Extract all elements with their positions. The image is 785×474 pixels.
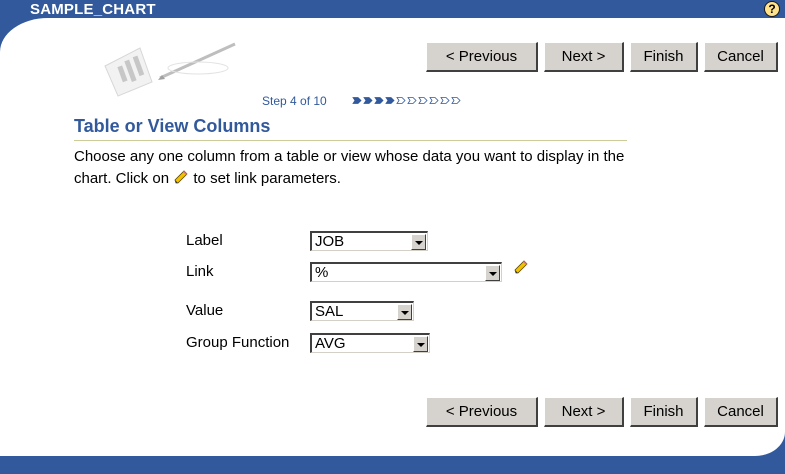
title-divider bbox=[74, 140, 627, 141]
step-pending-icon bbox=[440, 97, 450, 104]
label-select[interactable]: JOB bbox=[310, 231, 428, 251]
chart-logo-icon bbox=[100, 38, 240, 103]
previous-button[interactable]: < Previous bbox=[426, 397, 538, 427]
step-complete-icon bbox=[374, 97, 384, 104]
group-function-field-label: Group Function bbox=[186, 334, 290, 351]
chevron-down-icon[interactable] bbox=[397, 304, 412, 320]
finish-button[interactable]: Finish bbox=[630, 397, 698, 427]
help-icon[interactable]: ? bbox=[764, 1, 780, 17]
group-function-select[interactable]: AVG bbox=[310, 333, 430, 353]
step-complete-icon bbox=[352, 97, 362, 104]
page-title: Table or View Columns bbox=[74, 116, 271, 136]
step-pending-icon bbox=[418, 97, 428, 104]
instructions-part2: to set link parameters. bbox=[193, 170, 341, 187]
step-pending-icon bbox=[429, 97, 439, 104]
next-button[interactable]: Next > bbox=[544, 397, 624, 427]
app-title: SAMPLE_CHART bbox=[30, 1, 156, 18]
instructions-part1: Choose any one column from a table or vi… bbox=[74, 148, 625, 187]
step-complete-icon bbox=[363, 97, 373, 104]
bottom-button-row: < Previous Next > Finish Cancel bbox=[426, 397, 778, 427]
pencil-icon bbox=[173, 169, 189, 192]
step-pending-icon bbox=[407, 97, 417, 104]
label-field-label: Label bbox=[186, 232, 223, 249]
value-field-label: Value bbox=[186, 302, 224, 319]
finish-button[interactable]: Finish bbox=[630, 42, 698, 72]
value-select[interactable]: SAL bbox=[310, 301, 414, 321]
step-pending-icon bbox=[451, 97, 461, 104]
footer-bar bbox=[0, 456, 785, 474]
cancel-button[interactable]: Cancel bbox=[704, 397, 778, 427]
label-select-value: JOB bbox=[315, 233, 345, 250]
value-select-value: SAL bbox=[315, 303, 344, 320]
chevron-down-icon[interactable] bbox=[485, 265, 500, 281]
chevron-down-icon[interactable] bbox=[411, 234, 426, 250]
next-button[interactable]: Next > bbox=[544, 42, 624, 72]
cancel-button[interactable]: Cancel bbox=[704, 42, 778, 72]
group-function-select-value: AVG bbox=[315, 335, 346, 352]
top-button-row: < Previous Next > Finish Cancel bbox=[426, 42, 778, 72]
pencil-icon[interactable] bbox=[513, 259, 529, 280]
step-progress bbox=[352, 97, 461, 104]
previous-button[interactable]: < Previous bbox=[426, 42, 538, 72]
step-complete-icon bbox=[385, 97, 395, 104]
step-indicator: Step 4 of 10 bbox=[262, 94, 327, 108]
step-pending-icon bbox=[396, 97, 406, 104]
link-select[interactable]: % bbox=[310, 262, 502, 282]
link-field-label: Link bbox=[186, 263, 214, 280]
chevron-down-icon[interactable] bbox=[413, 336, 428, 352]
instructions-text: Choose any one column from a table or vi… bbox=[74, 146, 634, 192]
link-select-value: % bbox=[315, 264, 329, 281]
